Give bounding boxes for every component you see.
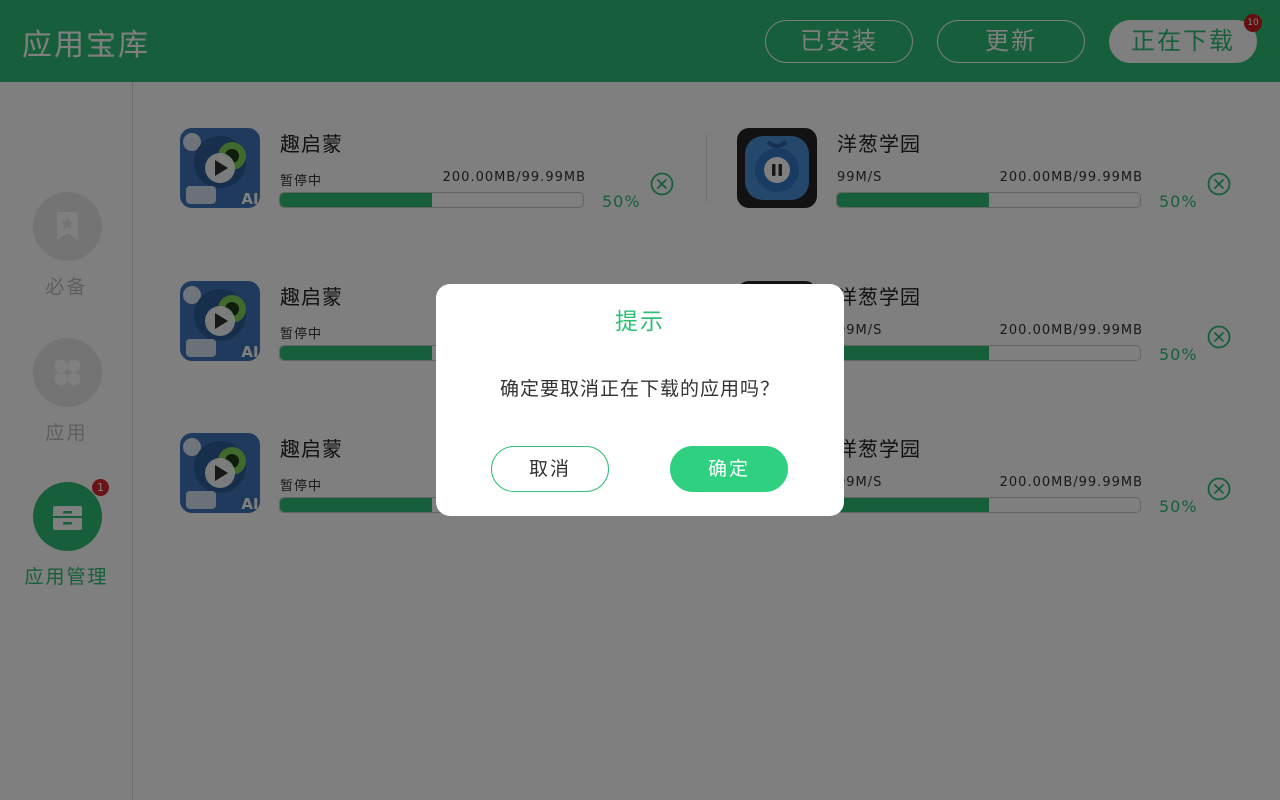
dialog-cancel-button[interactable]: 取消	[491, 446, 609, 492]
dialog-message: 确定要取消正在下载的应用吗？	[499, 378, 780, 400]
dialog-title: 提示	[615, 309, 665, 335]
dialog-confirm-button[interactable]: 确定	[670, 446, 788, 492]
confirm-cancel-dialog: 提示 确定要取消正在下载的应用吗？ 取消 确定	[436, 284, 844, 516]
